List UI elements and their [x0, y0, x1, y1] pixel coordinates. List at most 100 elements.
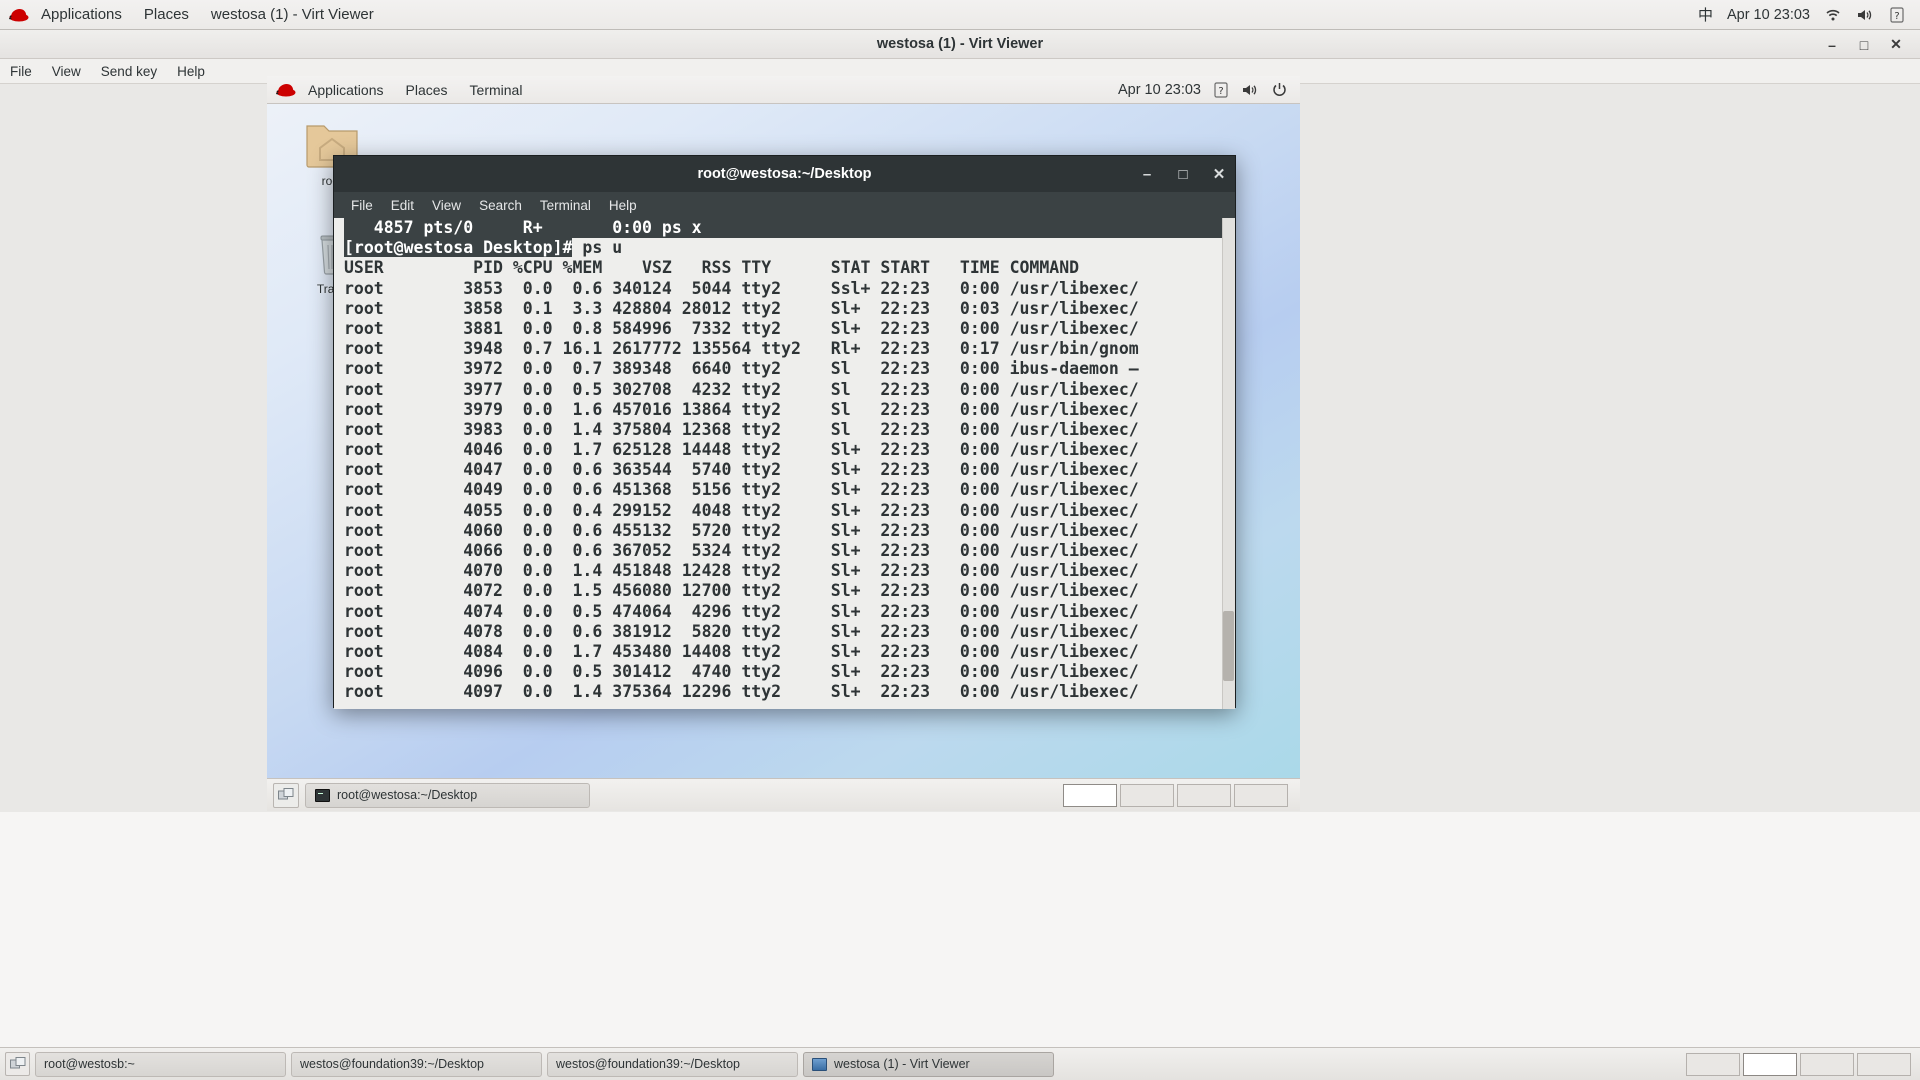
guest-top-panel: Applications Places Terminal Apr 10 23:0… — [267, 76, 1300, 104]
help-icon[interactable]: ? — [1888, 6, 1906, 24]
terminal-row: root 3972 0.0 0.7 389348 6640 tty2 Sl 22… — [344, 359, 1139, 379]
svg-text:?: ? — [1894, 11, 1899, 22]
input-method-icon[interactable]: 中 — [1698, 4, 1713, 25]
terminal-row: root 3977 0.0 0.5 302708 4232 tty2 Sl 22… — [344, 379, 1139, 399]
terminal-menu-edit[interactable]: Edit — [382, 192, 423, 218]
guest-workspace-4[interactable] — [1234, 783, 1288, 807]
guest-clock[interactable]: Apr 10 23:03 — [1118, 82, 1201, 98]
host-workspace-3[interactable] — [1800, 1052, 1854, 1076]
terminal-menu-help-label: Help — [608, 197, 637, 213]
host-clock[interactable]: Apr 10 23:03 — [1727, 7, 1810, 23]
terminal-row: root 3853 0.0 0.6 340124 5044 tty2 Ssl+ … — [344, 278, 1139, 298]
terminal-output[interactable]: 4857 pts/0 R+ 0:00 ps x [root@westosa De… — [334, 218, 1235, 709]
host-places-menu[interactable]: Places — [133, 0, 200, 30]
svg-text:?: ? — [1218, 86, 1223, 97]
guest-places-menu[interactable]: Places — [395, 76, 459, 104]
vv-menu-file[interactable]: File — [0, 59, 42, 84]
vv-menu-help-label: Help — [177, 63, 205, 79]
redhat-logo-icon — [275, 81, 297, 99]
show-desktop-icon[interactable] — [5, 1052, 30, 1076]
host-task-3[interactable]: westos@foundation39:~/Desktop — [547, 1051, 798, 1077]
terminal-row: root 4055 0.0 0.4 299152 4048 tty2 Sl+ 2… — [344, 500, 1139, 520]
host-places-label: Places — [143, 6, 189, 23]
terminal-scrollback-line: 4857 pts/0 R+ 0:00 ps x — [344, 218, 1235, 239]
maximize-icon[interactable]: □ — [1856, 37, 1872, 53]
guest-workspace-3[interactable] — [1177, 783, 1231, 807]
vv-menu-view[interactable]: View — [42, 59, 91, 84]
guest-terminal-menu[interactable]: Terminal — [459, 76, 534, 104]
terminal-row: root 4097 0.0 1.4 375364 12296 tty2 Sl+ … — [344, 682, 1139, 702]
vv-menu-send-key-label: Send key — [100, 63, 158, 79]
vv-menu-file-label: File — [10, 63, 32, 79]
virt-viewer-titlebar: westosa (1) - Virt Viewer – □ ✕ — [0, 30, 1920, 59]
terminal-menu-file[interactable]: File — [342, 192, 382, 218]
terminal-menu-view-label: View — [432, 197, 462, 213]
volume-icon[interactable] — [1856, 6, 1874, 24]
guest-panel-tray: Apr 10 23:03 ? — [1118, 81, 1300, 99]
terminal-menu-search-label: Search — [479, 197, 522, 213]
terminal-menu-view[interactable]: View — [423, 192, 470, 218]
host-applications-label: Applications — [41, 6, 122, 23]
host-task-2[interactable]: westos@foundation39:~/Desktop — [291, 1051, 542, 1077]
show-desktop-icon[interactable] — [273, 782, 299, 808]
maximize-icon[interactable]: □ — [1175, 167, 1191, 182]
terminal-command: ps u — [572, 238, 623, 258]
host-task-4[interactable]: westosa (1) - Virt Viewer — [803, 1051, 1054, 1077]
host-workspace-2[interactable] — [1743, 1052, 1797, 1076]
terminal-row: root 4070 0.0 1.4 451848 12428 tty2 Sl+ … — [344, 561, 1139, 581]
guest-terminal-label: Terminal — [469, 81, 523, 98]
guest-workspace-1[interactable] — [1063, 783, 1117, 807]
host-window-menu[interactable]: westosa (1) - Virt Viewer — [200, 0, 385, 30]
terminal-row: root 4046 0.0 1.7 625128 14448 tty2 Sl+ … — [344, 440, 1139, 460]
power-icon[interactable] — [1270, 81, 1288, 99]
terminal-menu-terminal[interactable]: Terminal — [531, 192, 600, 218]
terminal-prompt-line: [root@westosa Desktop]# ps u — [344, 238, 1235, 258]
vv-menu-send-key[interactable]: Send key — [91, 59, 167, 84]
host-task-4-label: westosa (1) - Virt Viewer — [834, 1057, 970, 1071]
terminal-titlebar: root@westosa:~/Desktop – □ ✕ — [334, 156, 1235, 192]
volume-icon[interactable] — [1241, 81, 1259, 99]
terminal-menu-terminal-label: Terminal — [539, 197, 591, 213]
terminal-row: root 3979 0.0 1.6 457016 13864 tty2 Sl 2… — [344, 399, 1139, 419]
guest-applications-label: Applications — [308, 81, 384, 98]
terminal-scrollbar[interactable] — [1222, 218, 1235, 709]
terminal-menu-file-label: File — [351, 197, 373, 213]
host-workspace-1[interactable] — [1686, 1052, 1740, 1076]
vv-menu-help[interactable]: Help — [167, 59, 215, 84]
terminal-row: root 4074 0.0 0.5 474064 4296 tty2 Sl+ 2… — [344, 601, 1139, 621]
terminal-menu-search[interactable]: Search — [470, 192, 531, 218]
close-icon[interactable]: ✕ — [1888, 36, 1904, 53]
help-icon[interactable]: ? — [1212, 81, 1230, 99]
guest-workspace-2[interactable] — [1120, 783, 1174, 807]
host-task-1-label: root@westosb:~ — [44, 1057, 135, 1071]
vv-menu-view-label: View — [51, 63, 81, 79]
terminal-title: root@westosa:~/Desktop — [697, 166, 872, 182]
terminal-menu-edit-label: Edit — [390, 197, 415, 213]
host-applications-menu[interactable]: Applications — [30, 0, 133, 30]
terminal-row: root 4078 0.0 0.6 381912 5820 tty2 Sl+ 2… — [344, 621, 1139, 641]
redhat-logo-icon — [8, 6, 30, 24]
virt-viewer-title: westosa (1) - Virt Viewer — [876, 36, 1044, 52]
terminal-icon — [315, 788, 330, 802]
host-workspace-switcher — [1686, 1052, 1915, 1076]
close-icon[interactable]: ✕ — [1211, 167, 1227, 182]
minimize-icon[interactable]: – — [1824, 37, 1840, 53]
guest-taskbar: root@westosa:~/Desktop — [267, 778, 1300, 811]
terminal-scrollbar-thumb[interactable] — [1223, 611, 1234, 681]
terminal-table-header: USER PID %CPU %MEM VSZ RSS TTY STAT STAR… — [344, 258, 1080, 278]
virt-viewer-window-buttons: – □ ✕ — [1824, 30, 1914, 59]
guest-taskbar-task[interactable]: root@westosa:~/Desktop — [305, 782, 590, 808]
minimize-icon[interactable]: – — [1139, 167, 1155, 182]
terminal-row: root 4060 0.0 0.6 455132 5720 tty2 Sl+ 2… — [344, 520, 1139, 540]
screen-root: Applications Places westosa (1) - Virt V… — [0, 0, 1920, 1080]
terminal-window-buttons: – □ ✕ — [1139, 156, 1227, 192]
host-workspace-4[interactable] — [1857, 1052, 1911, 1076]
wifi-icon[interactable] — [1824, 6, 1842, 24]
terminal-row: root 4049 0.0 0.6 451368 5156 tty2 Sl+ 2… — [344, 480, 1139, 500]
guest-applications-menu[interactable]: Applications — [297, 76, 395, 104]
guest-workspace-switcher — [1063, 783, 1294, 807]
terminal-window: root@westosa:~/Desktop – □ ✕ File Edit V… — [333, 155, 1236, 709]
host-task-1[interactable]: root@westosb:~ — [35, 1051, 286, 1077]
host-taskbar: root@westosb:~ westos@foundation39:~/Des… — [0, 1047, 1920, 1080]
terminal-menu-help[interactable]: Help — [600, 192, 646, 218]
